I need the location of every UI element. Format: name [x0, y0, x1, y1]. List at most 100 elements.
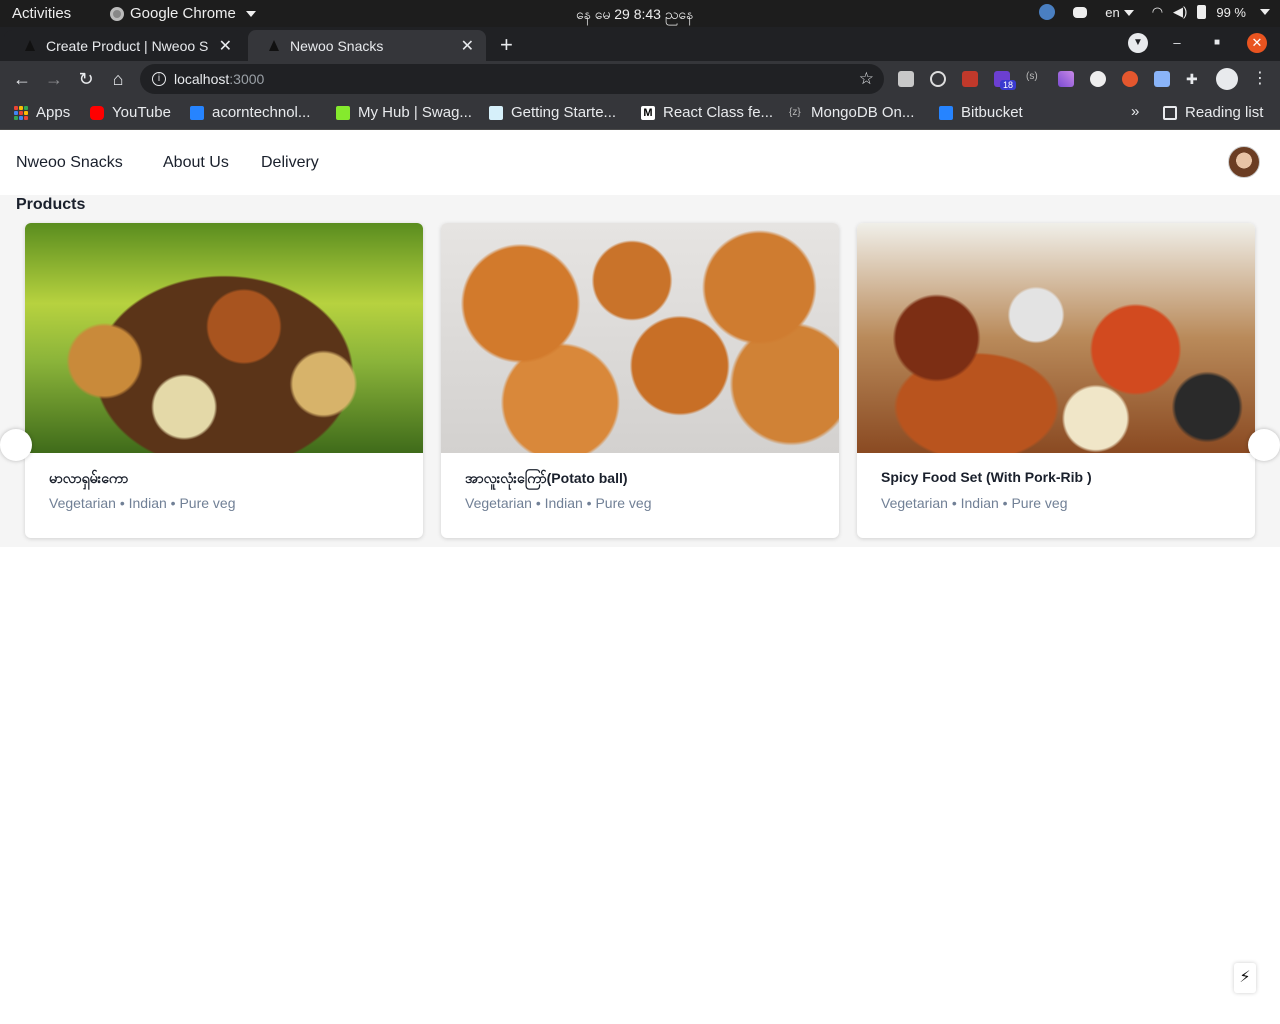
- product-name: Spicy Food Set (With Pork-Rib ): [881, 469, 1092, 485]
- product-tags: Vegetarian • Indian • Pure veg: [465, 495, 652, 511]
- bookmark-label: React Class fe...: [663, 104, 774, 121]
- page-content: Nweoo Snacks About Us Delivery Products …: [0, 131, 1280, 1024]
- product-image: [25, 223, 423, 453]
- doc-icon: [489, 105, 503, 120]
- bookmark-label: MongoDB On...: [811, 104, 915, 121]
- s-extension-icon[interactable]: (s): [1026, 71, 1042, 87]
- nav-link-about-us[interactable]: About Us: [163, 154, 229, 172]
- system-top-bar: Activities Google Chrome နေ မေ 29 8:43 ည…: [0, 0, 1280, 27]
- activities-button[interactable]: Activities: [12, 5, 71, 22]
- globe-icon[interactable]: [1039, 4, 1056, 20]
- site-navbar: Nweoo Snacks About Us Delivery: [0, 131, 1280, 195]
- app-menu-label: Google Chrome: [130, 5, 236, 22]
- product-name: မာလာရှမ်းကော: [49, 470, 129, 486]
- wifi-icon: ◠: [1151, 4, 1164, 19]
- forward-icon[interactable]: →: [43, 68, 65, 90]
- tab-search-icon[interactable]: ▼: [1128, 33, 1148, 53]
- bookmark-my-hub[interactable]: My Hub | Swag...: [336, 104, 472, 121]
- profile-avatar-icon[interactable]: [1216, 68, 1238, 90]
- feather-extension-icon[interactable]: [1058, 71, 1074, 87]
- bookmark-youtube[interactable]: YouTube: [90, 104, 171, 121]
- product-card[interactable]: အာလူးလုံးကြော်(Potato ball) Vegetarian •…: [441, 223, 839, 538]
- volume-icon: ◀): [1173, 4, 1188, 19]
- bookmark-getting-started[interactable]: Getting Starte...: [489, 104, 616, 121]
- discord-icon[interactable]: [1073, 6, 1088, 18]
- status-cluster[interactable]: ◠ ◀) 99 %: [1152, 4, 1270, 20]
- chevron-down-icon: [245, 10, 256, 17]
- reading-list-button[interactable]: Reading list: [1163, 104, 1263, 121]
- tab-title: Create Product | Nweoo S: [46, 37, 209, 54]
- chrome-icon: [110, 6, 124, 21]
- face-extension-icon[interactable]: [1090, 71, 1106, 87]
- address-bar[interactable]: i localhost:3000 ☆: [140, 64, 884, 94]
- tab-create-product[interactable]: Create Product | Nweoo S ✕: [4, 30, 244, 61]
- bookmark-label: Apps: [36, 104, 71, 121]
- tab-title: Newoo Snacks: [290, 37, 384, 54]
- chevron-down-icon: [1123, 10, 1134, 17]
- product-image: [857, 223, 1255, 453]
- back-icon[interactable]: ←: [11, 68, 33, 90]
- bookmark-label: acorntechnol...: [212, 104, 311, 121]
- close-icon[interactable]: ✕: [219, 36, 232, 56]
- product-card[interactable]: Spicy Food Set (With Pork-Rib ) Vegetari…: [857, 223, 1255, 538]
- url-host: localhost: [174, 71, 230, 87]
- bookmarks-overflow-icon[interactable]: »: [1131, 103, 1139, 120]
- home-icon[interactable]: ⌂: [107, 68, 129, 90]
- chrome-menu-icon[interactable]: ⋮: [1252, 71, 1268, 87]
- battery-icon: [1197, 5, 1207, 19]
- nav-link-delivery[interactable]: Delivery: [261, 154, 319, 172]
- fire-extension-icon[interactable]: [1122, 71, 1138, 87]
- new-tab-icon[interactable]: +: [500, 32, 513, 58]
- system-tray: en ◠ ◀) 99 %: [1039, 4, 1270, 20]
- bookmark-label: Getting Starte...: [511, 104, 617, 121]
- braces-icon: {z}: [789, 106, 801, 118]
- bookmark-label: My Hub | Swag...: [358, 104, 472, 121]
- site-brand-link[interactable]: Nweoo Snacks: [16, 154, 123, 172]
- system-clock[interactable]: နေ မေ 29 8:43 ညနေ: [576, 5, 693, 26]
- products-section: Products မာလာရှမ်းကော Vegetarian • India…: [0, 195, 1280, 547]
- browser-toolbar: ← → ↻ ⌂ i localhost:3000 ☆ (s) ✚ ⋮: [0, 61, 1280, 96]
- bookmark-star-icon[interactable]: ☆: [859, 69, 874, 89]
- site-favicon-icon: [24, 39, 36, 52]
- site-info-icon[interactable]: i: [152, 72, 166, 86]
- battery-percent: 99 %: [1216, 4, 1246, 20]
- bookmark-label: Bitbucket: [961, 104, 1023, 121]
- puzzle-icon[interactable]: ✚: [1186, 71, 1202, 87]
- close-icon[interactable]: ✕: [461, 36, 474, 56]
- reload-icon[interactable]: ↻: [75, 68, 97, 90]
- bookmark-apps[interactable]: Apps: [14, 104, 70, 121]
- target-extension-icon[interactable]: [930, 71, 946, 87]
- maximize-icon[interactable]: ■: [1207, 33, 1227, 53]
- carousel-next-button[interactable]: [1248, 429, 1280, 461]
- tab-strip: Create Product | Nweoo S ✕ Newoo Snacks …: [0, 27, 1280, 61]
- user-avatar[interactable]: [1228, 146, 1260, 178]
- red-extension-icon[interactable]: [962, 71, 978, 87]
- products-heading: Products: [16, 196, 86, 213]
- product-tags: Vegetarian • Indian • Pure veg: [881, 495, 1068, 511]
- bitbucket-icon: [190, 105, 204, 120]
- bookmark-mongodb[interactable]: {z} MongoDB On...: [789, 104, 914, 121]
- camera-extension-icon[interactable]: [898, 71, 914, 87]
- product-tags: Vegetarian • Indian • Pure veg: [49, 495, 236, 511]
- app-menu[interactable]: Google Chrome: [110, 5, 256, 22]
- reading-list-label: Reading list: [1185, 104, 1264, 121]
- medium-icon: M: [641, 105, 655, 120]
- product-card[interactable]: မာလာရှမ်းကော Vegetarian • Indian • Pure …: [25, 223, 423, 538]
- window-close-icon[interactable]: ✕: [1247, 33, 1267, 53]
- bookmark-acorntechnol[interactable]: acorntechnol...: [190, 104, 310, 121]
- shield-extension-icon[interactable]: [1154, 71, 1170, 87]
- site-favicon-icon: [268, 39, 280, 52]
- bookmarks-bar: Apps YouTube acorntechnol... My Hub | Sw…: [0, 96, 1280, 130]
- lightning-bolt-icon[interactable]: ⚡: [1234, 963, 1256, 993]
- minimize-icon[interactable]: –: [1167, 33, 1187, 53]
- tab-newoo-snacks[interactable]: Newoo Snacks ✕: [248, 30, 486, 61]
- carousel-prev-button[interactable]: [0, 429, 32, 461]
- apps-grid-icon: [14, 105, 28, 120]
- bookmark-bitbucket[interactable]: Bitbucket: [939, 104, 1023, 121]
- bookmark-react-class[interactable]: M React Class fe...: [641, 104, 773, 121]
- extension-badge: 18: [1000, 80, 1017, 90]
- language-indicator[interactable]: en: [1105, 5, 1134, 20]
- bitbucket-icon: [939, 105, 953, 120]
- url-port: :3000: [229, 71, 265, 87]
- youtube-icon: [90, 105, 104, 120]
